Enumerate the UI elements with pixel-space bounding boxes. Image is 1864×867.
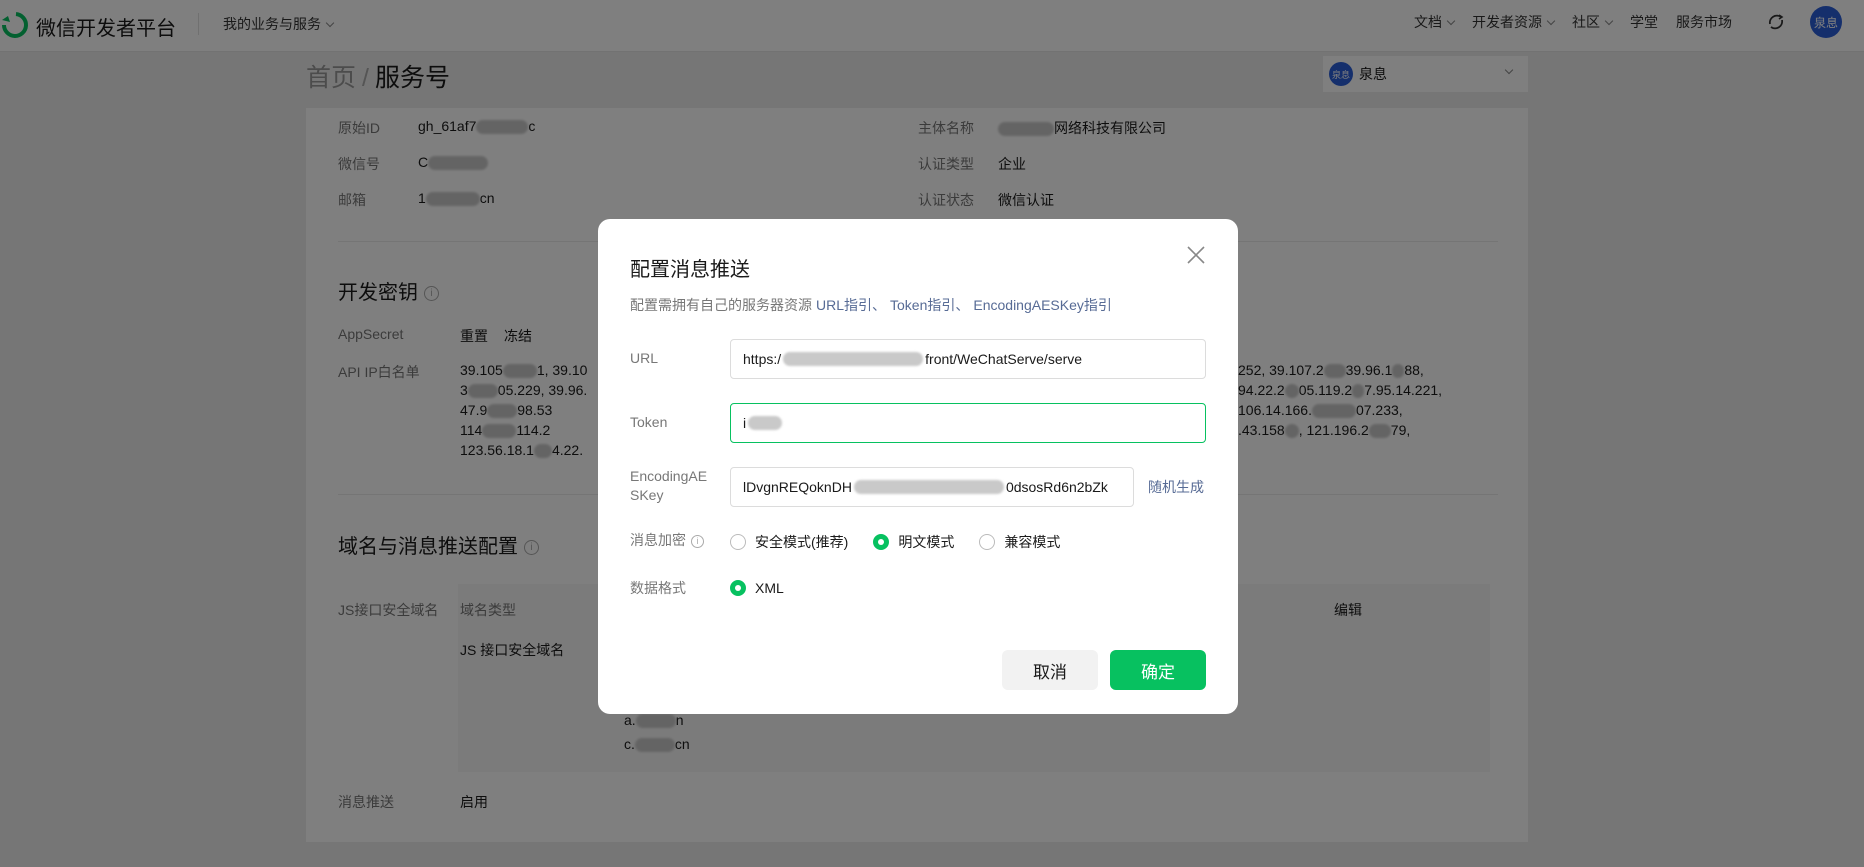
format-label: 数据格式	[630, 580, 686, 596]
encrypt-label: 消息加密 i	[630, 531, 704, 550]
aes-guide-link[interactable]: EncodingAESKey指引	[973, 297, 1112, 313]
info-icon[interactable]: i	[691, 534, 704, 548]
token-input[interactable]: i	[730, 403, 1206, 443]
radio-compat-mode[interactable]	[979, 534, 996, 550]
radio-xml-label[interactable]: XML	[755, 580, 784, 596]
token-guide-link[interactable]: Token指引、	[890, 297, 969, 313]
push-config-dialog: 配置消息推送 配置需拥有自己的服务器资源 URL指引、 Token指引、 Encodi…	[598, 219, 1238, 714]
url-guide-link[interactable]: URL指引、	[816, 297, 886, 313]
radio-compat-mode-label[interactable]: 兼容模式	[1004, 532, 1060, 552]
aes-key-input[interactable]: lDvgnREQoknDH 0dsosRd6n2bZk	[730, 467, 1134, 507]
url-suffix: front/WeChatServe/serve	[925, 351, 1083, 367]
radio-plain-mode-label[interactable]: 明文模式	[898, 532, 954, 552]
radio-xml[interactable]	[730, 580, 746, 596]
token-label: Token	[630, 414, 668, 430]
cancel-button[interactable]: 取消	[1002, 650, 1098, 690]
token-prefix: i	[743, 415, 747, 431]
dialog-desc: 配置需拥有自己的服务器资源 URL指引、 Token指引、 EncodingAESKe…	[630, 295, 1112, 315]
random-generate-link[interactable]: 随机生成	[1148, 477, 1204, 497]
url-label: URL	[630, 350, 659, 366]
radio-plain-mode[interactable]	[873, 534, 890, 550]
redaction-blur	[853, 480, 1004, 494]
close-icon[interactable]	[1184, 243, 1208, 267]
confirm-button[interactable]: 确定	[1110, 650, 1206, 690]
encrypt-radio-group: 安全模式(推荐) 明文模式 兼容模式	[730, 532, 1085, 552]
dialog-title: 配置消息推送	[630, 259, 750, 281]
format-radio-group: XML	[730, 580, 809, 596]
redaction-blur	[783, 352, 924, 366]
redaction-blur	[748, 416, 783, 430]
radio-safe-mode-label[interactable]: 安全模式(推荐)	[755, 532, 848, 552]
aes-label: EncodingAESKey	[630, 468, 708, 503]
aes-prefix: lDvgnREQoknDH	[743, 479, 852, 495]
encrypt-label-text: 消息加密	[630, 532, 686, 548]
url-prefix: https:/	[743, 351, 782, 367]
dialog-desc-text: 配置需拥有自己的服务器资源	[630, 297, 812, 313]
radio-safe-mode[interactable]	[730, 534, 746, 550]
url-input[interactable]: https:/ front/WeChatServe/serve	[730, 339, 1206, 379]
aes-suffix: 0dsosRd6n2bZk	[1005, 479, 1108, 495]
